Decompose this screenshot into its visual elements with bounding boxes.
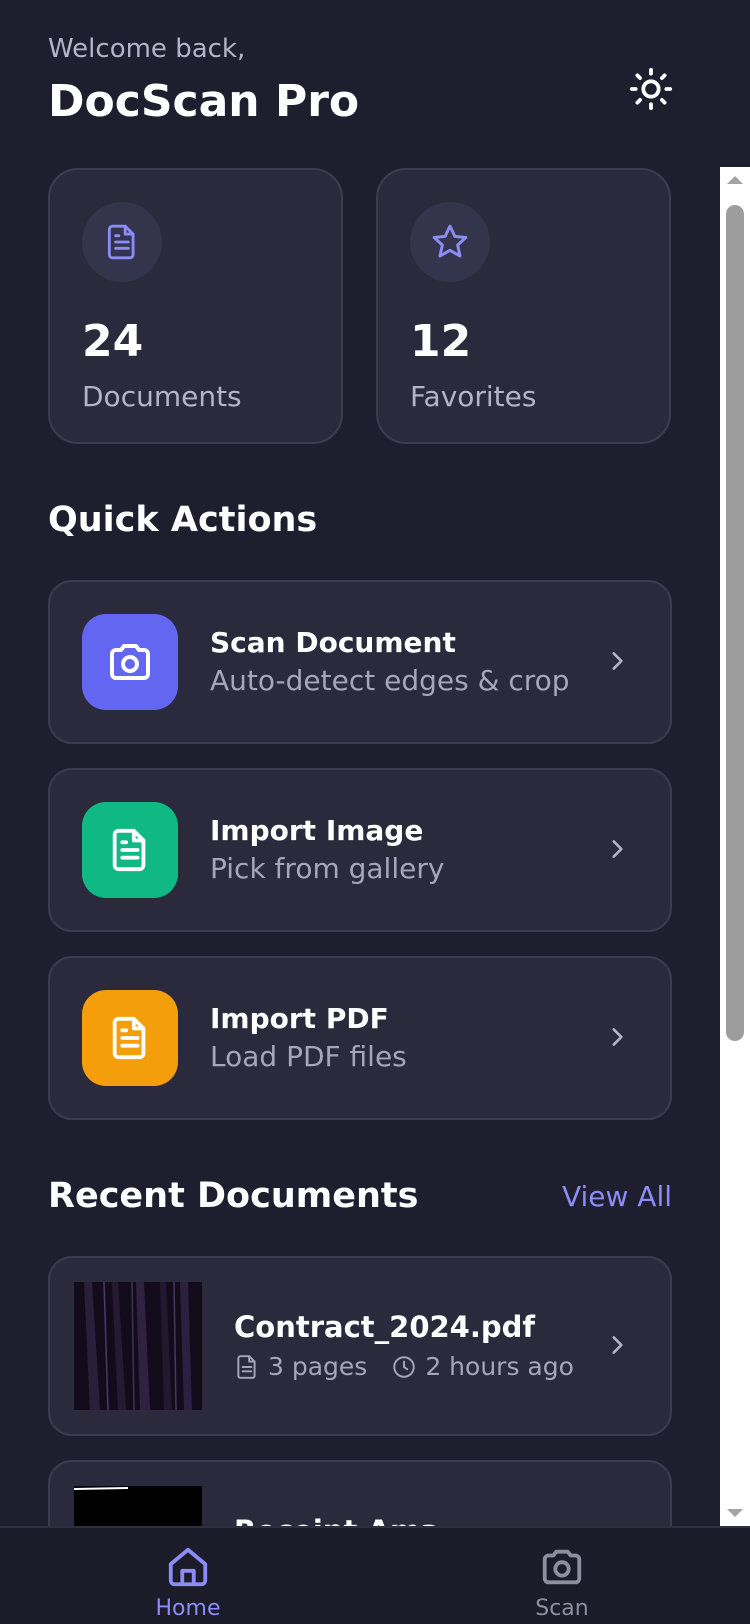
document-icon [112,828,146,872]
document-icon [107,224,135,260]
nav-scan-label: Scan [535,1596,589,1621]
page-count-text: 3 pages [268,1352,368,1381]
action-title: Scan Document [210,626,456,659]
stat-icon-circle [82,202,162,282]
sun-icon [629,67,673,111]
document-thumbnail [74,1486,202,1526]
action-title: Import PDF [210,1002,389,1035]
scrollbar[interactable] [720,167,750,1526]
star-icon [432,224,468,258]
theme-toggle-button[interactable] [622,60,680,118]
app-title: DocScan Pro [48,76,360,127]
action-icon-tile [82,614,178,710]
document-list-item[interactable]: Contract_2024.pdf 3 pages 2 hours ago [48,1256,672,1436]
nav-home-label: Home [155,1596,221,1621]
clock-icon [393,1355,416,1378]
nav-home[interactable]: Home [118,1544,258,1621]
chevron-right-icon [600,1020,634,1054]
camera-icon [110,644,150,680]
favorites-stat-card[interactable]: 12 Favorites [376,168,671,444]
import-image-button[interactable]: Import Image Pick from gallery [48,768,672,932]
document-name: Receipt Ama... [234,1514,473,1526]
document-icon [112,1016,146,1060]
document-name: Contract_2024.pdf [234,1310,536,1344]
camera-icon [542,1549,582,1585]
favorites-count: 12 [410,316,472,367]
document-meta: 3 pages 2 hours ago [234,1352,598,1381]
header: Welcome back, DocScan Pro [48,34,702,134]
favorites-label: Favorites [410,380,537,413]
action-subtitle: Load PDF files [210,1040,407,1073]
chevron-right-icon [600,832,634,866]
action-subtitle: Pick from gallery [210,852,445,885]
documents-label: Documents [82,380,242,413]
modified-time-text: 2 hours ago [425,1352,574,1381]
document-thumbnail [74,1282,202,1410]
document-icon [237,1354,256,1379]
nav-scan[interactable]: Scan [492,1544,632,1621]
scrollbar-thumb[interactable] [726,205,744,1041]
document-list-item[interactable]: Receipt Ama... [48,1460,672,1526]
scroll-up-arrow-icon[interactable] [725,173,745,187]
view-all-link[interactable]: View All [562,1180,672,1213]
documents-stat-card[interactable]: 24 Documents [48,168,343,444]
action-subtitle: Auto-detect edges & crop [210,664,570,697]
welcome-text: Welcome back, [48,34,246,64]
quick-actions-title: Quick Actions [48,500,318,540]
recent-documents-title: Recent Documents [48,1176,419,1216]
action-icon-tile [82,990,178,1086]
action-icon-tile [82,802,178,898]
scan-document-button[interactable]: Scan Document Auto-detect edges & crop [48,580,672,744]
import-pdf-button[interactable]: Import PDF Load PDF files [48,956,672,1120]
home-icon [168,1547,208,1587]
scroll-content[interactable]: 24 Documents 12 Favorites Quick Actions … [0,160,720,1526]
chevron-right-icon [600,644,634,678]
chevron-right-icon [600,1328,634,1362]
documents-count: 24 [82,316,144,367]
modified-time: 2 hours ago [391,1352,574,1381]
action-title: Import Image [210,814,424,847]
page-count: 3 pages [234,1352,367,1381]
bottom-navigation: Home Scan [0,1526,750,1624]
stat-icon-circle [410,202,490,282]
scroll-down-arrow-icon[interactable] [725,1506,745,1520]
